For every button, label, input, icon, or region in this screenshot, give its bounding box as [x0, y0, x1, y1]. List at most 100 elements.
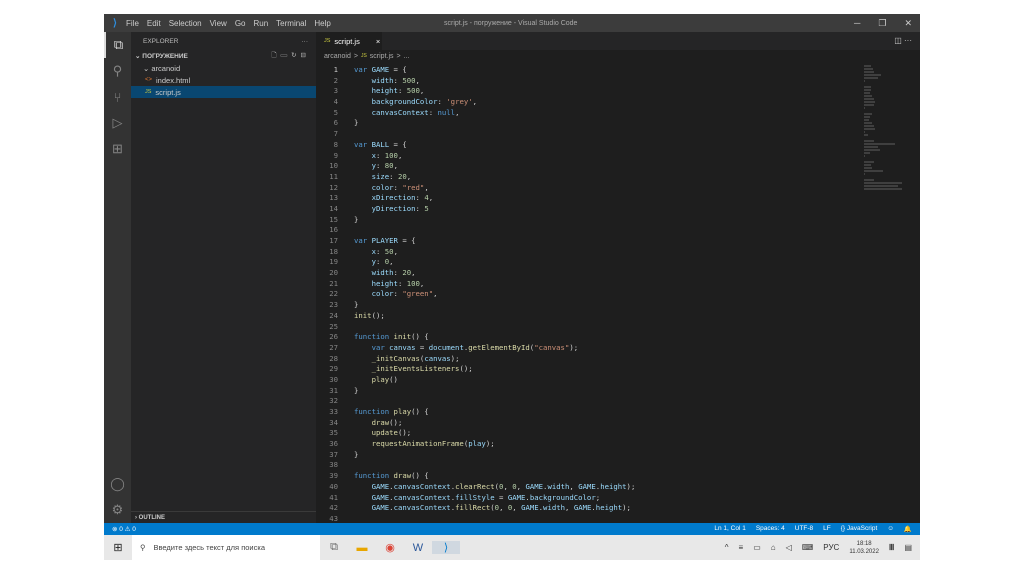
- menu-terminal[interactable]: Terminal: [276, 19, 306, 28]
- language-indicator[interactable]: РУС: [823, 543, 839, 552]
- collapse-all-icon[interactable]: ⊟: [301, 52, 310, 59]
- code-line[interactable]: 29 _initEventsListeners ();: [316, 364, 635, 375]
- vscode-taskbar-icon[interactable]: ⟩: [432, 541, 460, 554]
- problems-indicator[interactable]: ⊗ 0 ⚠ 0: [112, 525, 136, 533]
- code-line[interactable]: 25: [316, 322, 635, 333]
- code-line[interactable]: 21 height: 100,: [316, 279, 635, 290]
- run-debug-icon[interactable]: ▷: [104, 110, 131, 136]
- menu-go[interactable]: Go: [235, 19, 246, 28]
- code-line[interactable]: 28 _initCanvas(canvas);: [316, 354, 635, 365]
- code-line[interactable]: 11 size: 20,: [316, 172, 635, 183]
- explorer-icon[interactable]: ⧉: [104, 32, 131, 58]
- workspace-folder[interactable]: ⌄ ПОГРУЖЕНИЕ 🗋▭↻⊟: [131, 50, 316, 62]
- menu-file[interactable]: File: [126, 19, 139, 28]
- code-line[interactable]: 40 GAME. canvasContext. clearRect(0, 0, GA…: [316, 482, 635, 493]
- code-line[interactable]: 16: [316, 225, 635, 236]
- gear-icon[interactable]: ⚙: [104, 497, 131, 523]
- indentation[interactable]: Spaces: 4: [756, 525, 785, 533]
- code-line[interactable]: 41 GAME. canvasContext. fillStyle = GAME. b…: [316, 493, 635, 504]
- tray-app-icon[interactable]: ≡: [739, 543, 744, 552]
- code-line[interactable]: 32: [316, 396, 635, 407]
- code-line[interactable]: 27 var canvas = document. getElementById(…: [316, 343, 635, 354]
- extensions-icon[interactable]: ⊞: [104, 136, 131, 162]
- code-line[interactable]: 20 width: 20,: [316, 268, 635, 279]
- battery-icon[interactable]: ▭: [753, 543, 761, 552]
- refresh-icon[interactable]: ↻: [291, 52, 300, 59]
- code-line[interactable]: 18 x: 50,: [316, 247, 635, 258]
- menu-edit[interactable]: Edit: [147, 19, 161, 28]
- tab-close-icon[interactable]: ×: [376, 37, 380, 46]
- code-line[interactable]: 3 height: 500,: [316, 86, 635, 97]
- code-line[interactable]: 7: [316, 129, 635, 140]
- code-line[interactable]: 12 color: "red",: [316, 183, 635, 194]
- file-explorer-icon[interactable]: ▬: [348, 542, 376, 554]
- encoding[interactable]: UTF-8: [795, 525, 813, 533]
- new-folder-icon[interactable]: ▭: [281, 52, 292, 59]
- chevron-up-icon[interactable]: ^: [725, 543, 729, 552]
- network-icon[interactable]: ⌂: [771, 543, 776, 552]
- code-line[interactable]: 33 function play() {: [316, 407, 635, 418]
- minimize-icon[interactable]: ─: [854, 18, 860, 29]
- close-icon[interactable]: ✕: [904, 18, 912, 29]
- code-line[interactable]: 14 yDirection: 5: [316, 204, 635, 215]
- menu-selection[interactable]: Selection: [169, 19, 202, 28]
- code-line[interactable]: 35 update ();: [316, 428, 635, 439]
- more-actions-button[interactable]: ···: [302, 38, 309, 45]
- code-line[interactable]: 4 backgroundColor: 'grey',: [316, 97, 635, 108]
- taskbar-search[interactable]: ⚲ Введите здесь текст для поиска: [132, 535, 320, 560]
- code-line[interactable]: 34 draw ();: [316, 418, 635, 429]
- code-line[interactable]: 9 x: 100,: [316, 151, 635, 162]
- search-icon[interactable]: ⚲: [104, 58, 131, 84]
- code-line[interactable]: 5 canvasContext: null,: [316, 108, 635, 119]
- breadcrumb-symbol[interactable]: ...: [404, 53, 410, 60]
- chrome-icon[interactable]: ◉: [376, 541, 404, 554]
- code-line[interactable]: 26 function init() {: [316, 332, 635, 343]
- cursor-position[interactable]: Ln 1, Col 1: [714, 525, 745, 533]
- account-icon[interactable]: ◯: [104, 471, 131, 497]
- code-line[interactable]: 2 width: 500,: [316, 76, 635, 87]
- task-view-icon[interactable]: ⧉: [320, 541, 348, 554]
- code-line[interactable]: 13 xDirection: 4,: [316, 193, 635, 204]
- code-line[interactable]: 15}: [316, 215, 635, 226]
- language-mode[interactable]: {} JavaScript: [841, 525, 878, 533]
- code-line[interactable]: 38: [316, 460, 635, 471]
- code-line[interactable]: 31}: [316, 386, 635, 397]
- notifications-icon[interactable]: 🔔: [904, 525, 912, 533]
- tree-file-index-html[interactable]: <> index.html: [131, 74, 316, 86]
- code-line[interactable]: 23}: [316, 300, 635, 311]
- feedback-icon[interactable]: ☺: [887, 525, 894, 533]
- tray-app-icon[interactable]: Ⅲ: [889, 543, 895, 552]
- keyboard-icon[interactable]: ⌨: [802, 543, 814, 552]
- menu-run[interactable]: Run: [253, 19, 268, 28]
- tab-script-js[interactable]: JS script.js ×: [316, 32, 382, 50]
- code-line[interactable]: 24 init ();: [316, 311, 635, 322]
- notification-center-icon[interactable]: ▤: [904, 543, 912, 552]
- breadcrumb-folder[interactable]: arcanoid: [324, 53, 351, 60]
- code-line[interactable]: 39 function draw() {: [316, 471, 635, 482]
- code-line[interactable]: 1 var GAME = {: [316, 65, 635, 76]
- tree-file-script-js[interactable]: JS script.js: [131, 86, 316, 98]
- code-editor[interactable]: 1 var GAME = {2 width: 500, 3 height: 500,…: [316, 65, 635, 525]
- code-line[interactable]: 36 requestAnimationFrame(play);: [316, 439, 635, 450]
- menu-help[interactable]: Help: [314, 19, 330, 28]
- code-line[interactable]: 6}: [316, 118, 635, 129]
- outline-section[interactable]: › OUTLINE: [131, 511, 316, 523]
- source-control-icon[interactable]: ⑂: [104, 84, 131, 110]
- line-ending[interactable]: LF: [823, 525, 831, 533]
- code-line[interactable]: 19 y: 0,: [316, 257, 635, 268]
- new-file-icon[interactable]: 🗋: [271, 52, 280, 59]
- code-line[interactable]: 22 color: "green",: [316, 289, 635, 300]
- code-line[interactable]: 8 var BALL = {: [316, 140, 635, 151]
- clock[interactable]: 18:18 11.03.2022: [849, 540, 879, 556]
- windows-start-icon[interactable]: ⊞: [104, 541, 132, 554]
- code-line[interactable]: 42 GAME. canvasContext. fillRect(0, 0, GAM…: [316, 503, 635, 514]
- minimap[interactable]: [864, 65, 904, 190]
- menu-view[interactable]: View: [210, 19, 227, 28]
- code-line[interactable]: 30 play(): [316, 375, 635, 386]
- breadcrumb-file[interactable]: script.js: [370, 53, 394, 60]
- code-line[interactable]: 10 y: 80,: [316, 161, 635, 172]
- volume-icon[interactable]: ◁: [786, 543, 792, 552]
- code-line[interactable]: 17 var PLAYER = {: [316, 236, 635, 247]
- word-icon[interactable]: W: [404, 542, 432, 554]
- code-line[interactable]: 37}: [316, 450, 635, 461]
